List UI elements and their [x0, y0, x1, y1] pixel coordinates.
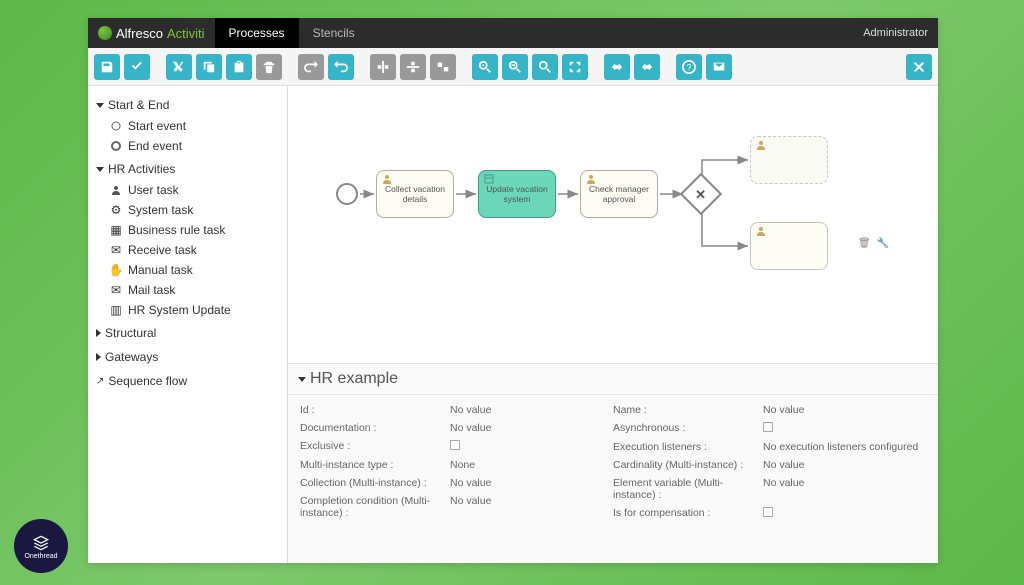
tab-stencils[interactable]: Stencils: [299, 18, 369, 48]
property-row[interactable]: Documentation :No value: [300, 419, 613, 437]
palette-item-hr-system-update[interactable]: ▥HR System Update: [108, 300, 281, 320]
align-v-button[interactable]: [370, 54, 396, 80]
brand-name-1: Alfresco: [116, 26, 163, 41]
context-pad-bottom: 🗑 🔧: [858, 238, 889, 249]
property-row[interactable]: Is for compensation :: [613, 504, 926, 523]
properties-header[interactable]: HR example: [288, 364, 938, 395]
topbar: Alfresco Activiti Processes Stencils Adm…: [88, 18, 938, 48]
undo-button[interactable]: [328, 54, 354, 80]
bendpoint-remove-button[interactable]: [634, 54, 660, 80]
context-wrench-icon[interactable]: 🔧: [877, 238, 889, 249]
palette-group-hr-activities[interactable]: HR Activities: [94, 158, 281, 180]
process-canvas[interactable]: Collect vacation details Update vacation…: [288, 86, 938, 363]
node-task-collect[interactable]: Collect vacation details: [376, 170, 454, 218]
brand-logo: Alfresco Activiti: [88, 26, 215, 41]
onethread-badge: Onethread: [14, 519, 68, 573]
property-row[interactable]: Id :No value: [300, 401, 613, 419]
delete-button[interactable]: [256, 54, 282, 80]
zoom-reset-button[interactable]: [532, 54, 558, 80]
palette-item-manual-task[interactable]: ✋Manual task: [108, 260, 281, 280]
palette-group-gateways[interactable]: Gateways: [94, 346, 281, 368]
property-row[interactable]: Name :No value: [613, 401, 926, 419]
node-gateway-exclusive[interactable]: ✕: [680, 173, 722, 215]
context-delete-icon[interactable]: 🗑: [858, 238, 871, 249]
palette-item-end-event[interactable]: End event: [108, 136, 281, 156]
palette: Start & End Start event End event HR Act…: [88, 86, 288, 563]
palette-item-receive-task[interactable]: ✉Receive task: [108, 240, 281, 260]
property-row[interactable]: Completion condition (Multi-instance) :N…: [300, 492, 613, 522]
redo-button[interactable]: [298, 54, 324, 80]
brand-name-2: Activiti: [167, 26, 205, 41]
node-user-task-top[interactable]: [750, 136, 828, 184]
node-label: Update vacation system: [483, 184, 551, 204]
same-size-button[interactable]: [430, 54, 456, 80]
close-button[interactable]: [906, 54, 932, 80]
property-row[interactable]: Multi-instance type :None: [300, 456, 613, 474]
property-row[interactable]: Collection (Multi-instance) :No value: [300, 474, 613, 492]
palette-item-start-event[interactable]: Start event: [108, 116, 281, 136]
feedback-button[interactable]: [706, 54, 732, 80]
node-user-task-bottom[interactable]: [750, 222, 828, 270]
zoom-out-button[interactable]: [502, 54, 528, 80]
toolbar: ?: [88, 48, 938, 86]
cut-button[interactable]: [166, 54, 192, 80]
bendpoint-add-button[interactable]: [604, 54, 630, 80]
palette-item-system-task[interactable]: ⚙System task: [108, 200, 281, 220]
help-button[interactable]: ?: [676, 54, 702, 80]
properties-panel: HR example Id :No valueDocumentation :No…: [288, 363, 938, 563]
tab-processes[interactable]: Processes: [215, 18, 299, 48]
zoom-fit-button[interactable]: [562, 54, 588, 80]
svg-text:?: ?: [687, 62, 692, 72]
palette-item-mail-task[interactable]: ✉Mail task: [108, 280, 281, 300]
brand-orb-icon: [98, 26, 112, 40]
palette-item-user-task[interactable]: User task: [108, 180, 281, 200]
nav-tabs: Processes Stencils: [215, 18, 369, 48]
save-button[interactable]: [94, 54, 120, 80]
validate-button[interactable]: [124, 54, 150, 80]
property-row[interactable]: Element variable (Multi-instance) :No va…: [613, 474, 926, 504]
node-task-update[interactable]: Update vacation system: [478, 170, 556, 218]
node-task-check[interactable]: Check manager approval: [580, 170, 658, 218]
node-label: Collect vacation details: [381, 184, 449, 204]
paste-button[interactable]: [226, 54, 252, 80]
zoom-in-button[interactable]: [472, 54, 498, 80]
node-start-event[interactable]: [336, 183, 358, 205]
palette-group-start-end[interactable]: Start & End: [94, 94, 281, 116]
user-menu[interactable]: Administrator: [853, 27, 938, 39]
align-h-button[interactable]: [400, 54, 426, 80]
node-label: Check manager approval: [585, 184, 653, 204]
palette-item-business-rule-task[interactable]: ▦Business rule task: [108, 220, 281, 240]
property-row[interactable]: Exclusive :: [300, 437, 613, 456]
property-row[interactable]: Cardinality (Multi-instance) :No value: [613, 456, 926, 474]
copy-button[interactable]: [196, 54, 222, 80]
palette-group-structural[interactable]: Structural: [94, 322, 281, 344]
palette-item-sequence-flow[interactable]: ↗Sequence flow: [94, 370, 281, 392]
property-row[interactable]: Asynchronous :: [613, 419, 926, 438]
property-row[interactable]: Execution listeners :No execution listen…: [613, 438, 926, 456]
properties-title: HR example: [310, 370, 398, 388]
